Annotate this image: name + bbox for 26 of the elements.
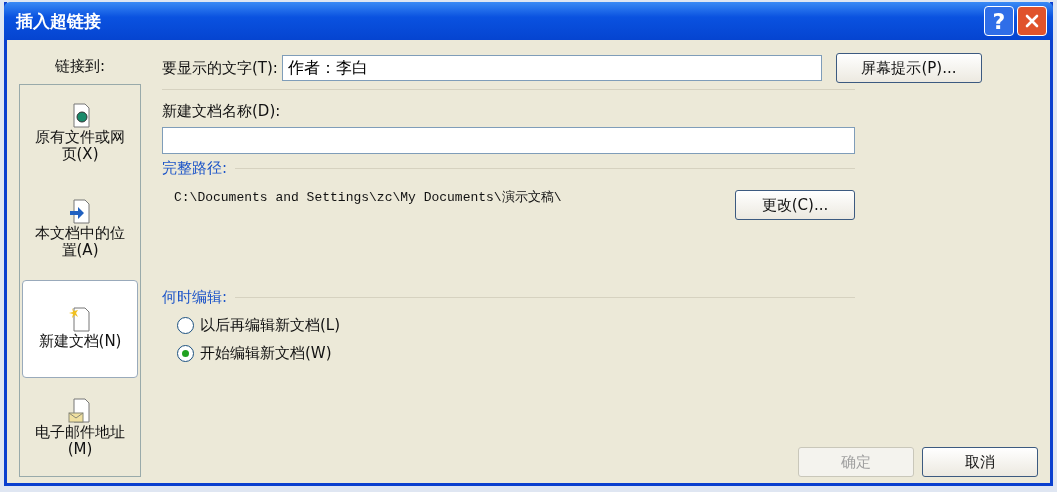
link-type-item[interactable]: 原有文件或网页(X) (20, 85, 140, 182)
full-path-text: C:\Documents and Settings\zc\My Documents\演示文稿\ (174, 189, 563, 206)
envelope-document-icon (68, 397, 92, 424)
new-document-icon (68, 307, 92, 333)
document-arrow-icon (68, 199, 92, 226)
screentip-button[interactable]: 屏幕提示(P)... (835, 53, 982, 83)
dialog-button[interactable]: 取消 (922, 447, 1038, 477)
full-path-label: 完整路径: (162, 159, 228, 178)
display-text-field[interactable]: 作者：李白 (281, 55, 822, 81)
link-type-item[interactable]: 电子邮件地址(M) (20, 379, 140, 476)
link-to-label: 链接到: (54, 57, 106, 76)
new-document-name-field[interactable] (162, 127, 855, 154)
radio-button[interactable] (177, 317, 194, 334)
link-type-item[interactable]: 新建文档(N) (22, 279, 138, 378)
display-text-label: 要显示的文字(T): (162, 58, 278, 78)
radio-label: 以后再编辑新文档(L) (200, 316, 341, 335)
link-type-item[interactable]: 本文档中的位置(A) (20, 181, 140, 278)
window-title: 插入超链接 (16, 9, 101, 33)
radio-label: 开始编辑新文档(W) (200, 344, 332, 363)
help-button[interactable]: ? (984, 6, 1014, 36)
radio-button[interactable] (177, 345, 194, 362)
new-document-name-label: 新建文档名称(D): (162, 102, 282, 121)
when-to-edit-label: 何时编辑: (162, 288, 228, 307)
change-button[interactable]: 更改(C)... (735, 190, 855, 220)
close-icon (1024, 13, 1040, 29)
close-button[interactable] (1017, 6, 1047, 36)
